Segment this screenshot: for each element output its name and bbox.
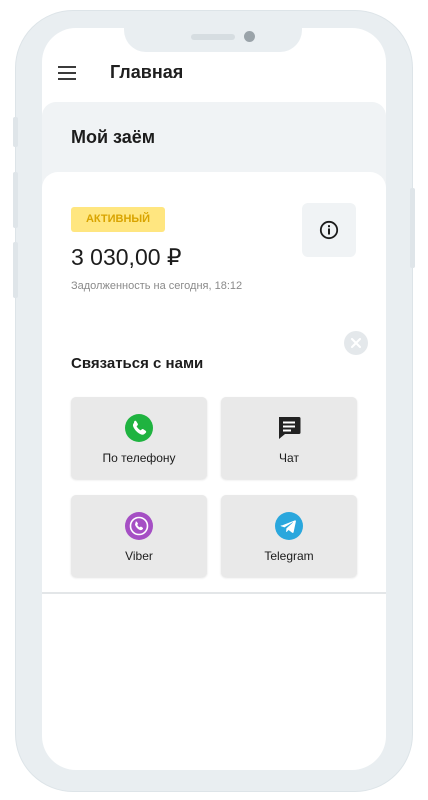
contact-chat-button[interactable]: Чат: [221, 397, 357, 479]
contact-chat-label: Чат: [279, 451, 299, 465]
info-icon: [319, 220, 339, 240]
contact-viber-button[interactable]: Viber: [71, 495, 207, 577]
contact-phone-button[interactable]: По телефону: [71, 397, 207, 479]
phone-notch: [124, 12, 302, 52]
contact-viber-label: Viber: [125, 549, 153, 563]
phone-speaker: [191, 34, 235, 40]
close-icon: [351, 338, 361, 348]
contact-telegram-label: Telegram: [264, 549, 314, 563]
chat-icon: [279, 417, 301, 439]
contact-telegram-button[interactable]: Telegram: [221, 495, 357, 577]
info-button[interactable]: [302, 203, 356, 257]
close-button[interactable]: [344, 331, 368, 355]
contact-phone-label: По телефону: [102, 451, 176, 465]
hamburger-menu-icon[interactable]: [58, 66, 76, 80]
page-title: Главная: [110, 62, 184, 82]
phone-volume-down-button: [13, 242, 18, 298]
phone-icon: [125, 414, 153, 442]
contact-section-title: Связаться с нами: [71, 355, 204, 372]
phone-side-button: [13, 117, 18, 147]
loan-section-title: Мой заём: [71, 127, 156, 147]
loan-amount: 3 030,00 ₽: [71, 244, 182, 270]
debt-note: Задолженность на сегодня, 18:12: [71, 280, 243, 292]
telegram-icon: [275, 512, 303, 540]
phone-power-button: [410, 188, 415, 268]
phone-volume-up-button: [13, 172, 18, 228]
status-badge: АКТИВНЫЙ: [71, 207, 165, 232]
viber-icon: [125, 512, 153, 540]
phone-camera: [244, 31, 255, 42]
